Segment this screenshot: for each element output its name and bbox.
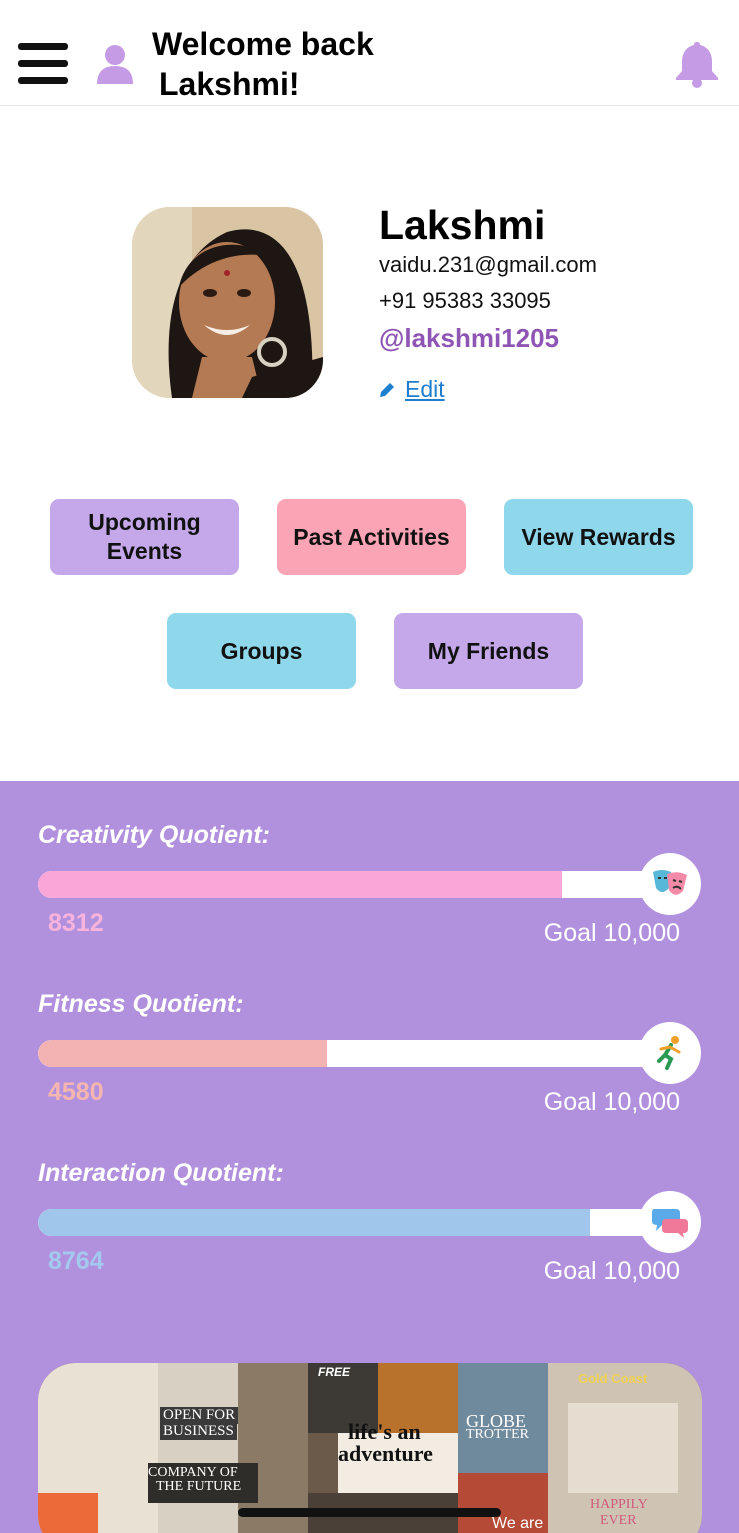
edit-profile-link[interactable]: Edit [379, 376, 445, 403]
bell-icon[interactable] [674, 40, 720, 88]
pencil-icon [380, 383, 394, 397]
fitness-goal: Goal 10,000 [543, 1088, 680, 1116]
collage-caption-2: adventure [338, 1441, 433, 1466]
menu-icon[interactable] [18, 43, 68, 87]
running-person-icon [639, 1022, 701, 1084]
fitness-value: 4580 [48, 1078, 104, 1106]
groups-button[interactable]: Groups [167, 613, 356, 689]
profile-email: vaidu.231@gmail.com [379, 252, 597, 277]
fitness-quotient-title: Fitness Quotient: [38, 990, 244, 1018]
user-icon[interactable] [96, 44, 134, 86]
creativity-value: 8312 [48, 909, 104, 937]
edit-label: Edit [405, 376, 445, 402]
interaction-value: 8764 [48, 1247, 104, 1275]
profile-photo [132, 207, 323, 398]
interaction-progress-fill [38, 1209, 591, 1236]
collage-trotter: TROTTER [466, 1427, 529, 1442]
past-activities-button[interactable]: Past Activities [277, 499, 466, 575]
interaction-quotient-title: Interaction Quotient: [38, 1159, 284, 1187]
creativity-goal: Goal 10,000 [543, 919, 680, 947]
profile-name: Lakshmi [379, 202, 546, 248]
collage-the-future: THE FUTURE [156, 1479, 242, 1494]
upcoming-events-button[interactable]: Upcoming Events [50, 499, 239, 575]
collage-open-for: OPEN FOR [160, 1407, 239, 1424]
speech-bubbles-icon [639, 1191, 701, 1253]
welcome-line-2: Lakshmi! [159, 66, 300, 102]
app-header: Welcome back Lakshmi! [0, 0, 739, 106]
home-indicator[interactable] [238, 1508, 501, 1517]
view-rewards-button[interactable]: View Rewards [504, 499, 693, 575]
profile-handle: @lakshmi1205 [379, 323, 560, 353]
collage-happily: HAPPILY [590, 1497, 648, 1512]
creativity-progress-track [38, 871, 668, 898]
interaction-progress-track [38, 1209, 668, 1236]
collage-free: FREE [318, 1365, 351, 1379]
welcome-line-1: Welcome back [152, 26, 374, 62]
collage-business: BUSINESS [160, 1423, 237, 1440]
welcome-message: Welcome back Lakshmi! [152, 24, 452, 104]
collage-gold-coast: Gold Coast [578, 1371, 648, 1386]
collage-we-are: We are [492, 1515, 544, 1532]
theater-masks-icon [639, 853, 701, 915]
fitness-progress-track [38, 1040, 668, 1067]
creativity-progress-fill [38, 871, 562, 898]
my-friends-button[interactable]: My Friends [394, 613, 583, 689]
profile-phone: +91 95383 33095 [379, 288, 551, 313]
fitness-progress-fill [38, 1040, 327, 1067]
creativity-quotient-title: Creativity Quotient: [38, 821, 270, 849]
collage-ever: EVER [600, 1513, 637, 1528]
interaction-goal: Goal 10,000 [543, 1257, 680, 1285]
